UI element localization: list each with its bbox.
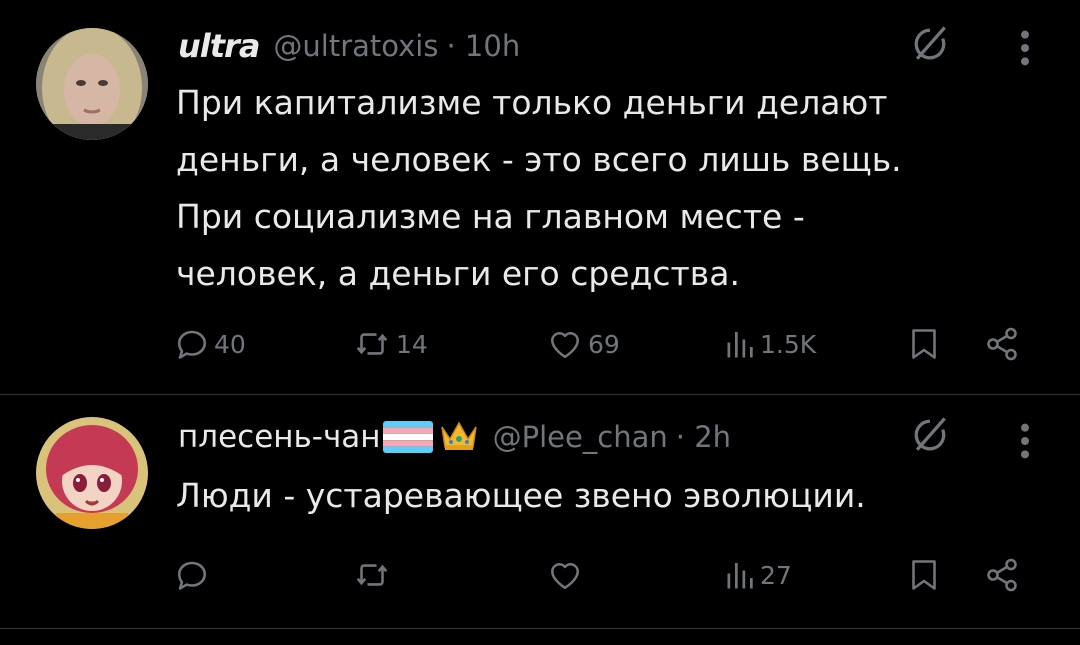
views-icon xyxy=(720,326,756,362)
reply-button[interactable] xyxy=(174,557,210,593)
display-name[interactable]: плесень-чан xyxy=(178,419,381,455)
reply-icon xyxy=(174,326,210,362)
timestamp[interactable]: · 2h xyxy=(676,420,731,454)
avatar[interactable] xyxy=(36,28,148,140)
like-count: 69 xyxy=(588,329,620,359)
reply-count: 40 xyxy=(214,329,246,359)
bookmark-button[interactable] xyxy=(906,326,942,362)
repost-button[interactable] xyxy=(352,557,392,593)
reply-button[interactable]: 40 xyxy=(174,326,246,362)
views-count: 1.5K xyxy=(760,329,817,359)
tweet-header: ultra @ultratoxis · 10h xyxy=(178,26,520,66)
handle[interactable]: @ultratoxis xyxy=(273,29,438,63)
tweet[interactable]: ultra @ultratoxis · 10h При капитализме … xyxy=(0,0,1080,394)
tweet-text: При капитализме только деньги делают ден… xyxy=(176,83,902,293)
like-button[interactable] xyxy=(546,557,584,593)
heart-icon xyxy=(546,557,584,593)
handle[interactable]: @Plee_chan xyxy=(493,420,668,454)
tweet-actions: 27 xyxy=(0,553,1080,601)
divider xyxy=(0,628,1080,629)
heart-icon xyxy=(546,326,584,362)
more-icon[interactable] xyxy=(1018,421,1032,461)
views-button[interactable]: 1.5K xyxy=(720,326,816,362)
repost-count: 14 xyxy=(396,329,428,359)
tweet-text: Люди - устаревающее звено эволюции. xyxy=(176,476,866,515)
bookmark-icon xyxy=(906,557,942,593)
more-icon[interactable] xyxy=(1018,28,1032,68)
bookmark-icon xyxy=(906,326,942,362)
grok-icon[interactable] xyxy=(908,22,952,66)
views-button[interactable]: 27 xyxy=(720,557,792,593)
share-button[interactable] xyxy=(984,557,1020,593)
crown-icon xyxy=(439,417,479,457)
avatar-image xyxy=(36,28,148,140)
display-name[interactable]: ultra xyxy=(178,27,260,65)
avatar[interactable] xyxy=(36,417,148,529)
repost-icon xyxy=(352,326,392,362)
reply-icon xyxy=(174,557,210,593)
like-button[interactable]: 69 xyxy=(546,326,620,362)
timestamp[interactable]: · 10h xyxy=(446,29,520,63)
avatar-image xyxy=(36,417,148,529)
views-icon xyxy=(720,557,756,593)
tweet-header: плесень-чан @Plee_chan · 2h xyxy=(178,417,731,457)
grok-icon[interactable] xyxy=(908,413,952,457)
bookmark-button[interactable] xyxy=(906,557,942,593)
views-count: 27 xyxy=(760,560,792,590)
share-icon xyxy=(984,326,1020,362)
repost-icon xyxy=(352,557,392,593)
share-button[interactable] xyxy=(984,326,1020,362)
trans-flag-icon xyxy=(382,421,433,453)
tweet-actions: 40 14 69 1.5K xyxy=(0,322,1080,370)
repost-button[interactable]: 14 xyxy=(352,326,428,362)
share-icon xyxy=(984,557,1020,593)
tweet[interactable]: плесень-чан @Plee_chan · 2h Люди - устар… xyxy=(0,395,1080,630)
